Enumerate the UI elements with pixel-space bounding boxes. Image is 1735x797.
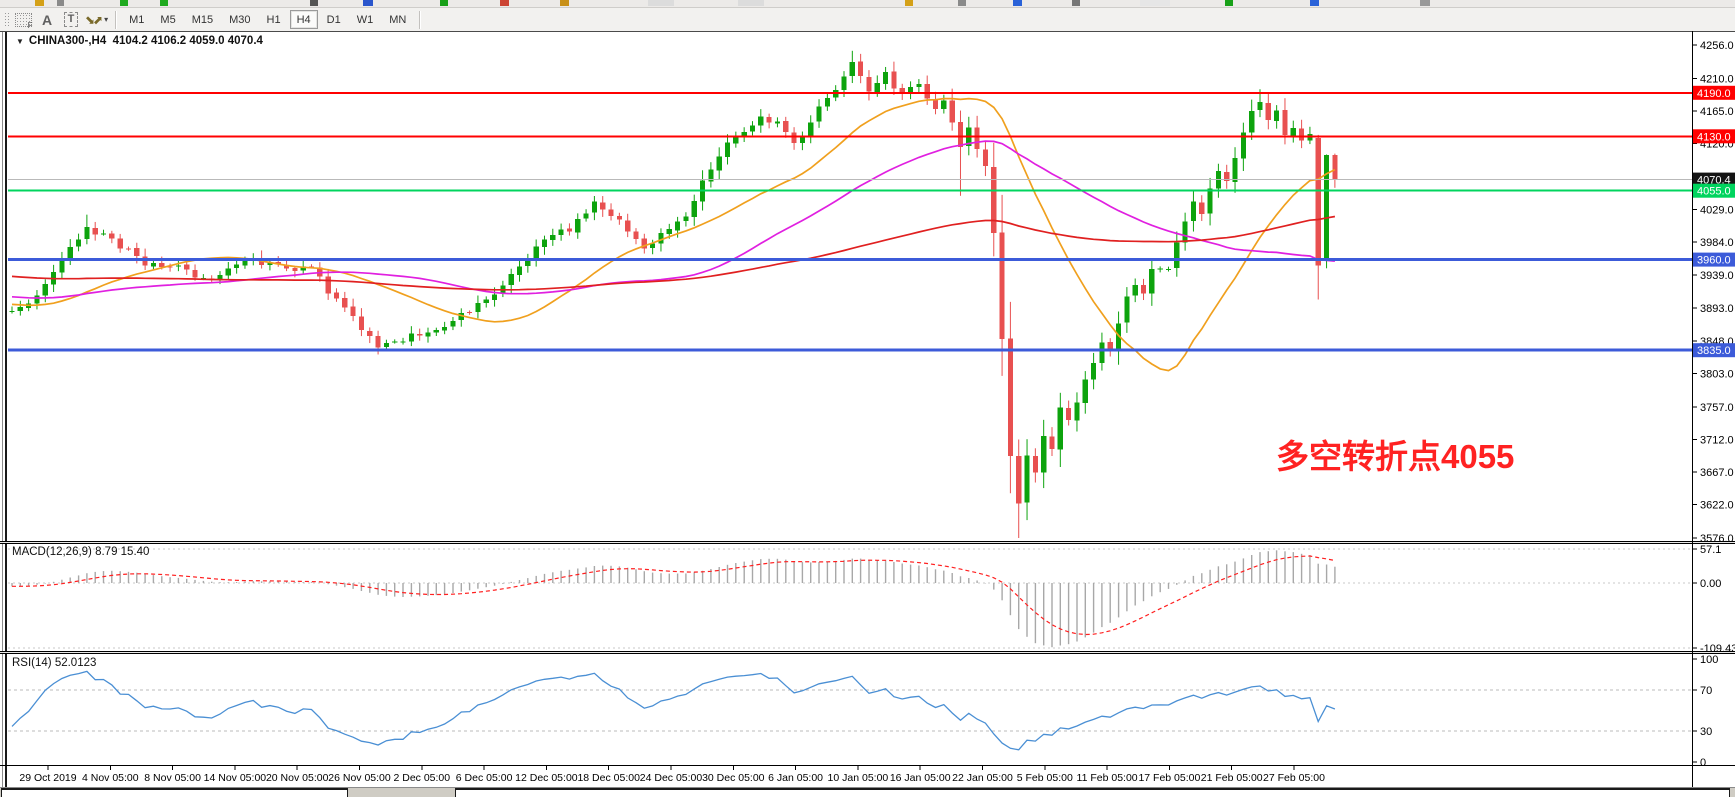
macd-signal-line [12,556,1335,635]
trading-terminal: F A T ⬊⬈ ▾ M1M5M15M30H1H4D1W1MN ▼CHINA30… [0,0,1735,797]
rsi-indicator-label: RSI(14) 52.0123 [12,657,96,669]
svg-text:6 Dec 05:00: 6 Dec 05:00 [456,772,513,784]
svg-text:30 Dec 05:00: 30 Dec 05:00 [702,772,765,784]
svg-text:3939.0: 3939.0 [1700,270,1734,282]
rsi-panel [8,671,1692,749]
svg-text:4165.0: 4165.0 [1700,106,1734,118]
rsi-line [12,671,1335,749]
svg-text:57.1: 57.1 [1700,544,1721,556]
svg-text:10 Jan 05:00: 10 Jan 05:00 [828,772,889,784]
ohlc-values: 4104.2 4106.2 4059.0 4070.4 [113,35,263,47]
svg-text:20 Nov 05:00: 20 Nov 05:00 [266,772,329,784]
svg-text:100: 100 [1700,654,1718,666]
svg-text:4210.0: 4210.0 [1700,73,1734,85]
svg-text:0: 0 [1700,757,1706,769]
svg-text:3893.0: 3893.0 [1700,303,1734,315]
rsi-axis: 100 70 30 0 [1692,654,1718,769]
svg-text:3803.0: 3803.0 [1700,368,1734,380]
svg-text:27 Feb 05:00: 27 Feb 05:00 [1263,772,1325,784]
svg-text:3835.0: 3835.0 [1697,345,1731,357]
svg-text:3712.0: 3712.0 [1700,434,1734,446]
svg-text:4029.0: 4029.0 [1700,205,1734,217]
svg-text:70: 70 [1700,685,1712,697]
macd-axis: 57.10.00-109.43 [1692,544,1735,655]
svg-text:17 Feb 05:00: 17 Feb 05:00 [1138,772,1200,784]
svg-text:16 Jan 05:00: 16 Jan 05:00 [890,772,951,784]
svg-text:22 Jan 05:00: 22 Jan 05:00 [952,772,1013,784]
svg-text:3667.0: 3667.0 [1700,467,1734,479]
price-chart-canvas[interactable]: 4256.04210.04165.04120.04074.04029.03984… [0,0,1735,797]
ma-medium-magenta[interactable] [12,141,1335,298]
symbol-period-label: CHINA300-,H4 [29,35,106,47]
svg-text:29 Oct 2019: 29 Oct 2019 [19,772,76,784]
svg-text:4055.0: 4055.0 [1697,186,1731,198]
svg-text:4130.0: 4130.0 [1697,131,1731,143]
ma-fast-orange[interactable] [12,99,1335,371]
candlesticks [9,51,1337,538]
svg-text:3960.0: 3960.0 [1697,255,1731,267]
price-axis: 4256.04210.04165.04120.04074.04029.03984… [1692,40,1735,545]
svg-text:26 Nov 05:00: 26 Nov 05:00 [328,772,391,784]
macd-histogram [12,550,1335,647]
svg-text:11 Feb 05:00: 11 Feb 05:00 [1077,772,1138,784]
svg-text:4 Nov 05:00: 4 Nov 05:00 [82,772,139,784]
panel-borders [0,31,1735,788]
svg-text:14 Nov 05:00: 14 Nov 05:00 [204,772,267,784]
chart-title: ▼ CHINA300-,H4 4104.2 4106.2 4059.0 4070.… [16,35,263,47]
svg-text:5 Feb 05:00: 5 Feb 05:00 [1017,772,1073,784]
svg-text:8 Nov 05:00: 8 Nov 05:00 [144,772,201,784]
svg-text:2 Dec 05:00: 2 Dec 05:00 [393,772,450,784]
svg-text:6 Jan 05:00: 6 Jan 05:00 [768,772,823,784]
macd-panel [8,549,1692,648]
chevron-down-icon[interactable]: ▼ [16,37,24,46]
svg-text:4256.0: 4256.0 [1700,40,1734,52]
svg-text:12 Dec 05:00: 12 Dec 05:00 [515,772,578,784]
svg-text:18 Dec 05:00: 18 Dec 05:00 [577,772,640,784]
svg-text:3757.0: 3757.0 [1700,402,1734,414]
chinese-annotation-text[interactable]: 多空转折点4055 [1276,430,1514,478]
macd-indicator-label: MACD(12,26,9) 8.79 15.40 [12,546,149,558]
svg-text:4190.0: 4190.0 [1697,88,1731,100]
svg-text:0.00: 0.00 [1700,578,1721,590]
time-axis: 29 Oct 2019 4 Nov 05:00 8 Nov 05:0014 Nov … [19,766,1325,784]
svg-text:21 Feb 05:00: 21 Feb 05:00 [1201,772,1263,784]
svg-text:30: 30 [1700,726,1712,738]
svg-text:24 Dec 05:00: 24 Dec 05:00 [640,772,703,784]
svg-text:3984.0: 3984.0 [1700,237,1734,249]
svg-text:3622.0: 3622.0 [1700,500,1734,512]
